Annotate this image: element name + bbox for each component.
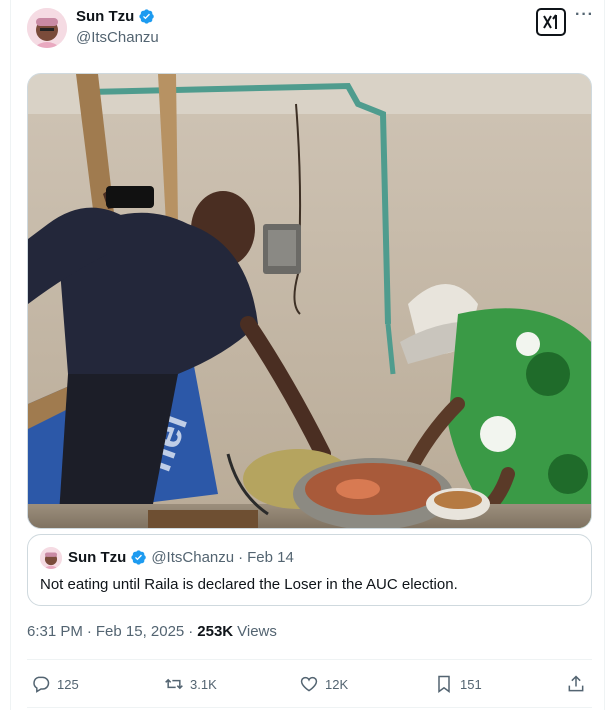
retweet-icon	[165, 678, 183, 690]
more-icon[interactable]: ···	[575, 6, 594, 24]
reply-button[interactable]: 125	[31, 662, 79, 706]
author-name[interactable]: Sun Tzu	[76, 8, 134, 25]
views-label: Views	[237, 623, 277, 640]
divider	[27, 707, 592, 708]
verified-badge-icon	[131, 550, 147, 565]
bookmark-button[interactable]: 151	[434, 662, 482, 706]
quote-author-name: Sun Tzu	[68, 549, 127, 566]
reply-count: 125	[57, 676, 79, 692]
quote-author-handle: @ItsChanzu	[151, 549, 235, 566]
author-handle[interactable]: @ItsChanzu	[76, 29, 159, 46]
retweet-count: 3.1K	[190, 676, 217, 692]
tweet-timestamp-row: 6:31 PM · Feb 15, 2025 · 253K Views	[27, 623, 277, 640]
tweet-photo[interactable]: hel	[27, 73, 592, 529]
views-count[interactable]: 253K	[197, 623, 233, 640]
quote-header: Sun Tzu @ItsChanzu · Feb 14	[68, 549, 294, 566]
share-icon	[568, 675, 584, 692]
quote-text: Not eating until Raila is declared the L…	[40, 576, 458, 593]
heart-icon	[300, 676, 318, 692]
divider	[27, 659, 592, 660]
like-count: 12K	[325, 676, 349, 692]
author-avatar[interactable]	[27, 8, 67, 48]
retweet-button[interactable]: 3.1K	[164, 662, 217, 706]
quote-author-avatar	[40, 547, 62, 569]
tweet-time[interactable]: 6:31 PM	[27, 623, 83, 640]
action-bar: 125 3.1K 12K 151	[27, 662, 592, 706]
quote-separator: ·	[238, 549, 244, 566]
verified-badge-icon	[139, 9, 155, 24]
bookmark-icon	[438, 675, 450, 693]
quoted-tweet[interactable]: Sun Tzu @ItsChanzu · Feb 14 Not eating u…	[27, 534, 592, 606]
bookmark-count: 151	[460, 676, 482, 692]
like-button[interactable]: 12K	[299, 662, 348, 706]
tweet-date[interactable]: Feb 15, 2025	[96, 623, 184, 640]
quote-date: Feb 14	[247, 549, 294, 566]
grok-icon[interactable]	[536, 8, 566, 36]
share-button[interactable]	[566, 662, 586, 706]
reply-icon	[33, 676, 50, 693]
timestamp-separator: ·	[86, 623, 92, 640]
views-separator: ·	[188, 623, 194, 640]
author-name-row[interactable]: Sun Tzu	[76, 8, 155, 25]
photo-image: hel	[28, 74, 591, 528]
